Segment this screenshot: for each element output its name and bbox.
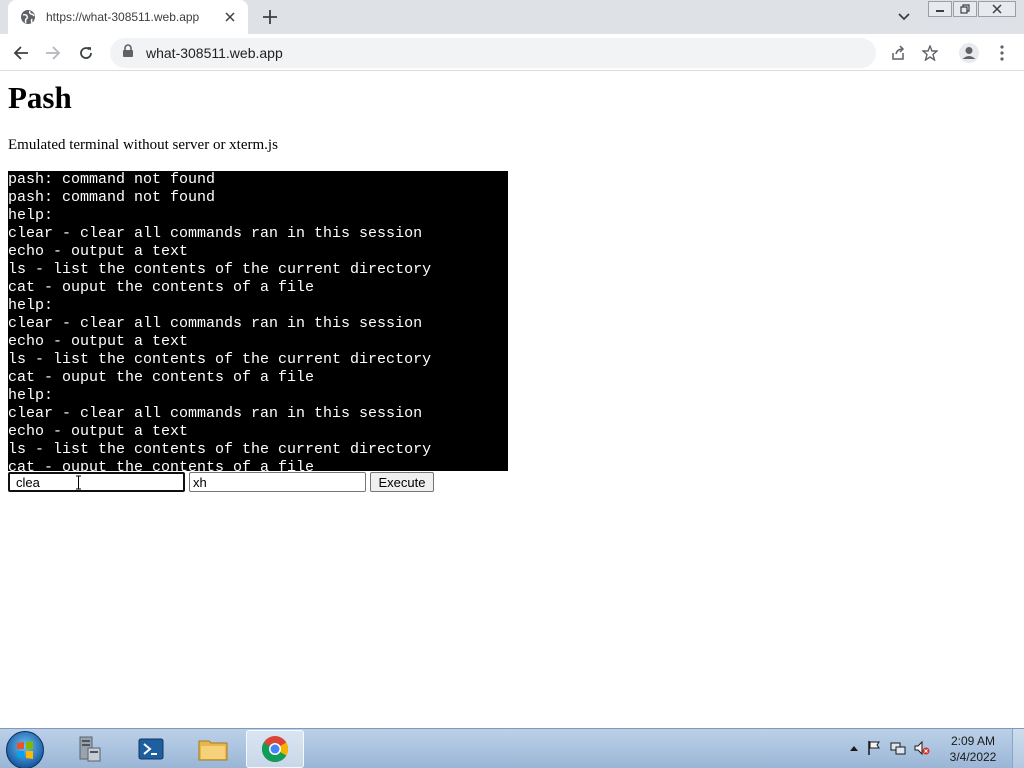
- page-subtitle: Emulated terminal without server or xter…: [8, 137, 278, 153]
- terminal-line: help:: [8, 387, 54, 404]
- globe-icon: [20, 9, 36, 25]
- url-text: what-308511.web.app: [146, 45, 283, 61]
- server-manager-icon: [79, 736, 101, 762]
- terminal-line: cat - ouput the contents of a file: [8, 369, 315, 386]
- tab-search-chevron-icon[interactable]: [894, 8, 914, 26]
- browser-tab[interactable]: https://what-308511.web.app: [8, 0, 248, 34]
- system-clock[interactable]: 2:09 AM 3/4/2022: [940, 733, 1006, 765]
- terminal-line: ls - list the contents of the current di…: [8, 351, 432, 368]
- clock-time: 2:09 AM: [950, 734, 996, 748]
- terminal-line: clear - clear all commands ran in this s…: [8, 315, 423, 332]
- taskbar-file-explorer[interactable]: [184, 730, 242, 768]
- browser-tabstrip: https://what-308511.web.app: [0, 0, 1024, 34]
- show-desktop-button[interactable]: [1012, 729, 1024, 768]
- close-window-button[interactable]: [978, 1, 1016, 17]
- terminal-line: help:: [8, 207, 54, 224]
- chrome-icon: [261, 736, 289, 763]
- taskbar-server-manager[interactable]: [60, 730, 118, 768]
- terminal-line: cat - ouput the contents of a file: [8, 459, 315, 471]
- terminal-line: help:: [8, 297, 54, 314]
- close-tab-icon[interactable]: [222, 9, 238, 25]
- folder-icon: [198, 740, 228, 761]
- command-input[interactable]: [8, 472, 185, 492]
- terminal-line: pash: command not found: [8, 189, 216, 206]
- terminal-line: clear - clear all commands ran in this s…: [8, 225, 423, 242]
- volume-muted-icon[interactable]: [914, 739, 930, 757]
- web-page: Pash Emulated terminal without server or…: [0, 72, 1024, 728]
- forward-arrow-icon[interactable]: [40, 40, 66, 66]
- clock-date: 3/4/2022: [949, 750, 997, 764]
- start-button[interactable]: [6, 731, 44, 768]
- taskbar-powershell[interactable]: [122, 730, 180, 768]
- page-title: Pash: [8, 80, 72, 115]
- back-arrow-icon[interactable]: [8, 40, 34, 66]
- terminal-line: cat - ouput the contents of a file: [8, 279, 315, 296]
- share-icon[interactable]: [886, 41, 910, 65]
- more-menu-icon[interactable]: [990, 41, 1014, 65]
- browser-toolbar: what-308511.web.app: [0, 34, 1024, 71]
- os-taskbar: 2:09 AM 3/4/2022: [0, 728, 1024, 768]
- terminal-line: clear - clear all commands ran in this s…: [8, 405, 423, 422]
- address-bar[interactable]: what-308511.web.app: [110, 38, 876, 68]
- restore-window-button[interactable]: [953, 1, 977, 17]
- profile-avatar-icon[interactable]: [957, 41, 981, 65]
- reload-icon[interactable]: [73, 40, 99, 66]
- text-cursor-icon: [75, 475, 82, 490]
- powershell-icon: [138, 738, 164, 760]
- network-icon[interactable]: [890, 739, 906, 757]
- action-center-flag-icon[interactable]: [866, 739, 882, 757]
- new-tab-button[interactable]: [258, 6, 282, 28]
- lock-icon[interactable]: [122, 43, 134, 63]
- show-hidden-icons-icon[interactable]: [846, 739, 862, 757]
- terminal-line: ls - list the contents of the current di…: [8, 441, 432, 458]
- minimize-window-button[interactable]: [928, 1, 952, 17]
- tab-title: https://what-308511.web.app: [46, 10, 200, 24]
- argument-input[interactable]: [189, 472, 366, 492]
- execute-button[interactable]: Execute: [370, 472, 434, 492]
- taskbar-chrome[interactable]: [246, 730, 304, 768]
- terminal-output[interactable]: pash: command not found pash: command not…: [8, 171, 508, 471]
- terminal-line: ls - list the contents of the current di…: [8, 261, 432, 278]
- windows-logo-icon: [17, 741, 33, 759]
- terminal-line: echo - output a text: [8, 333, 189, 350]
- terminal-line: pash: command not found: [8, 171, 216, 188]
- bookmark-star-icon[interactable]: [918, 41, 942, 65]
- terminal-line: echo - output a text: [8, 243, 189, 260]
- terminal-line: echo - output a text: [8, 423, 189, 440]
